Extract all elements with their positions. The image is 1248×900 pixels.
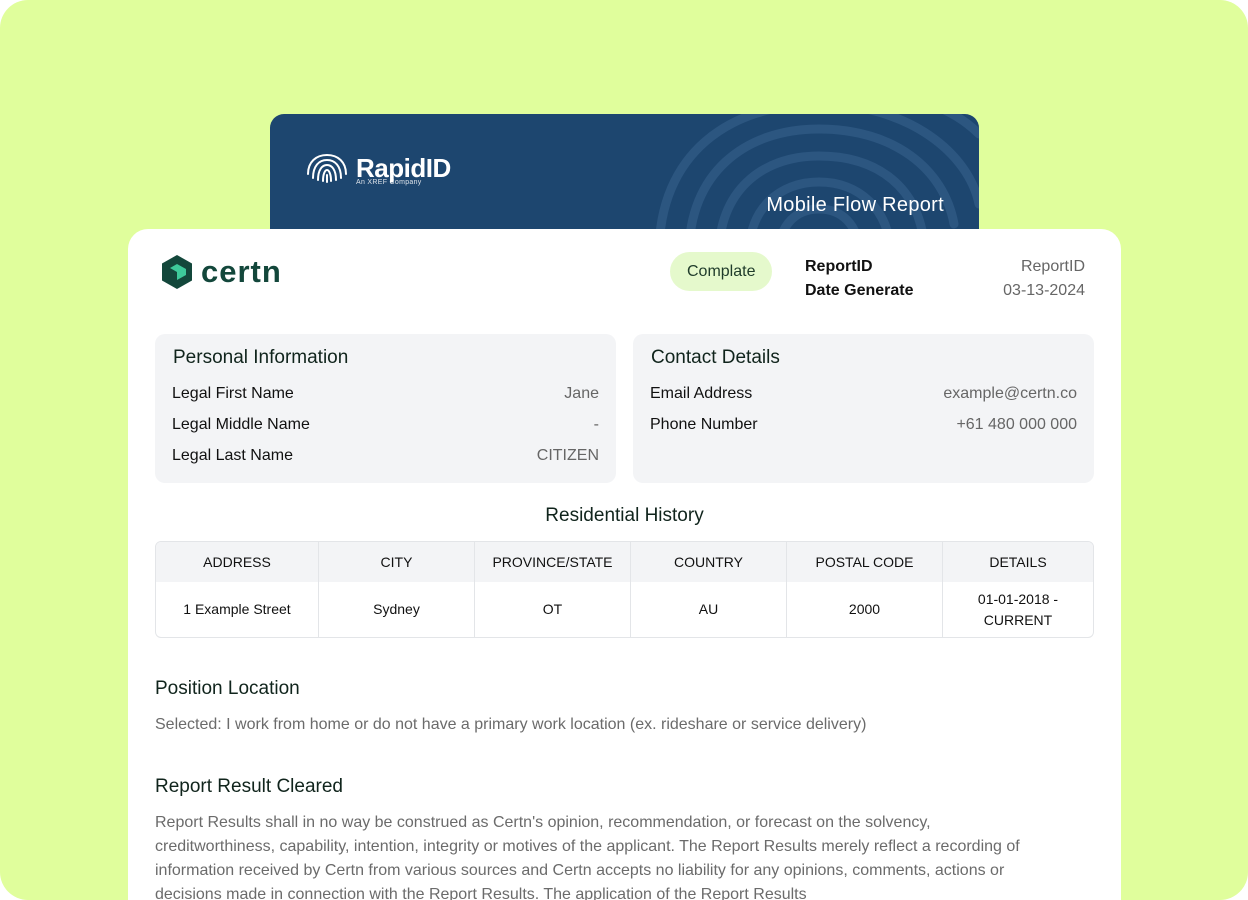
date-generated-value: 03-13-2024: [1003, 282, 1085, 299]
certn-wordmark: certn: [201, 254, 282, 289]
position-location-text: Selected: I work from home or do not hav…: [155, 716, 867, 733]
date-generated-label: Date Generate: [805, 282, 914, 299]
cell-country: AU: [631, 582, 787, 637]
cell-address: 1 Example Street: [156, 582, 319, 637]
report-meta-labels: ReportID Date Generate: [805, 255, 914, 303]
cell-postal-code: 2000: [787, 582, 943, 637]
personal-information-title: Personal Information: [173, 347, 349, 368]
legal-middle-name-label: Legal Middle Name: [172, 416, 310, 433]
contact-details-title: Contact Details: [651, 347, 780, 368]
rapidid-fingerprint-icon: [307, 153, 347, 183]
cell-city: Sydney: [319, 582, 475, 637]
certn-logo: certn: [161, 254, 282, 290]
info-row: Email Address example@certn.co: [650, 378, 1077, 409]
certn-report-card: certn Complate ReportID Date Generate Re…: [128, 229, 1121, 900]
status-badge: Complate: [670, 252, 773, 291]
report-result-text: Report Results shall in no way be constr…: [155, 814, 1020, 900]
column-header-country: COUNTRY: [631, 542, 787, 582]
info-row: Legal Last Name CITIZEN: [172, 440, 599, 471]
cell-details: 01-01-2018 - CURRENT: [977, 590, 1059, 628]
report-id-label: ReportID: [805, 258, 873, 275]
legal-middle-name-value: -: [593, 416, 599, 433]
contact-details-panel: Contact Details Email Address example@ce…: [633, 334, 1094, 483]
legal-first-name-value: Jane: [564, 385, 599, 402]
rapidid-tagline: An XREF Company: [356, 179, 422, 186]
report-result-title: Report Result Cleared: [155, 776, 343, 797]
table-row: 1 Example Street Sydney OT AU 2000 01-01…: [156, 582, 1093, 637]
rapidid-logo: RapidID An XREF Company: [304, 152, 451, 186]
legal-first-name-label: Legal First Name: [172, 385, 294, 402]
email-address-value[interactable]: example@certn.co: [943, 378, 1077, 409]
column-header-postal-code: POSTAL CODE: [787, 542, 943, 582]
rapidid-wordmark: RapidID: [356, 153, 451, 183]
info-row: Phone Number +61 480 000 000: [650, 409, 1077, 440]
column-header-details: DETAILS: [943, 542, 1093, 582]
cell-province: OT: [475, 582, 631, 637]
column-header-address: ADDRESS: [156, 542, 319, 582]
residential-history-title: Residential History: [545, 505, 704, 526]
residential-history-table: ADDRESS CITY PROVINCE/STATE COUNTRY POST…: [155, 541, 1094, 638]
personal-information-panel: Personal Information Legal First Name Ja…: [155, 334, 616, 483]
column-header-city: CITY: [319, 542, 475, 582]
report-type-label: Mobile Flow Report: [766, 194, 944, 216]
column-header-province: PROVINCE/STATE: [475, 542, 631, 582]
legal-last-name-label: Legal Last Name: [172, 447, 293, 464]
position-location-title: Position Location: [155, 678, 300, 699]
legal-last-name-value: CITIZEN: [536, 447, 599, 464]
phone-number-label: Phone Number: [650, 416, 758, 433]
phone-number-value[interactable]: +61 480 000 000: [956, 409, 1077, 440]
table-header-row: ADDRESS CITY PROVINCE/STATE COUNTRY POST…: [156, 542, 1093, 582]
certn-hexagon-icon: [162, 255, 192, 289]
info-row: Legal First Name Jane: [172, 378, 599, 409]
email-address-label: Email Address: [650, 385, 753, 402]
background-stage: RapidID An XREF Company Mobile Flow Repo…: [0, 0, 1248, 900]
report-id-value: ReportID: [1020, 258, 1085, 275]
report-meta-values: ReportID 03-13-2024: [1003, 255, 1085, 303]
info-row: Legal Middle Name -: [172, 409, 599, 440]
